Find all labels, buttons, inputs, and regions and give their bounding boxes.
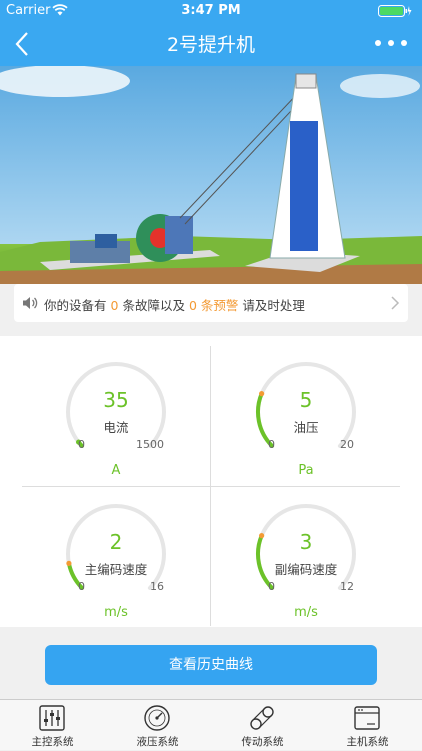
- warning-count: 0: [188, 298, 197, 313]
- gauge-oil-pressure: 5 油压 0 20 Pa: [206, 336, 406, 478]
- gauge-label: 副编码速度: [274, 562, 338, 577]
- tab-bar: 主控系统 液压系统 传动系统 主机系统: [0, 699, 422, 750]
- tab-label: 主控系统: [31, 736, 74, 748]
- hoist-illustration: [0, 66, 422, 284]
- gauge-label: 油压: [293, 420, 319, 435]
- gauge-current: 35 电流 0 1500 A: [16, 336, 216, 478]
- gauge-main-encoder-speed: 2 主编码速度 0 16 m/s: [16, 478, 216, 620]
- header: Carrier 3:47 PM 2号提升机: [0, 0, 422, 66]
- gauge-max: 12: [340, 580, 354, 593]
- tab-label: 主机系统: [346, 736, 389, 748]
- gauge-label: 主编码速度: [84, 562, 148, 577]
- alert-notice[interactable]: 你的设备有 0 条故障以及 0 条预警 请及时处理: [14, 284, 408, 322]
- tab-main-control[interactable]: 主控系统: [0, 700, 105, 751]
- gauge-min: 0: [78, 438, 85, 451]
- page-title: 2号提升机: [166, 34, 256, 56]
- gauge-min: 0: [268, 580, 275, 593]
- nav-bar: 2号提升机: [0, 22, 422, 66]
- tab-label: 传动系统: [241, 736, 284, 748]
- notice-suffix: 请及时处理: [242, 298, 305, 313]
- tab-host[interactable]: 主机系统: [315, 700, 420, 751]
- status-bar: Carrier 3:47 PM: [0, 0, 422, 22]
- fault-count: 0: [110, 298, 119, 313]
- host-window-icon: [354, 706, 380, 730]
- gauge-max: 1500: [136, 438, 164, 451]
- speaker-icon: [23, 297, 38, 309]
- warning-word: 条预警: [200, 298, 239, 313]
- chevron-right-icon: [391, 296, 400, 310]
- gauge-min: 0: [78, 580, 85, 593]
- gauge-min: 0: [268, 438, 275, 451]
- transmission-icon: [250, 706, 274, 730]
- gauge-value: 35: [103, 388, 129, 412]
- gauge-unit: A: [111, 463, 121, 478]
- gauge-panel: 35 电流 0 1500 A 5 油压 0 20 Pa 2 主编码速度 0 16…: [0, 336, 422, 627]
- view-history-curve-button[interactable]: 查看历史曲线: [45, 645, 377, 685]
- gauge-value: 5: [299, 388, 313, 412]
- pressure-gauge-icon: [144, 705, 170, 731]
- gauge-unit: Pa: [298, 463, 314, 478]
- gauge-unit: m/s: [104, 605, 128, 620]
- gauge-label: 电流: [103, 420, 129, 435]
- notice-middle: 条故障以及: [122, 298, 185, 313]
- notice-prefix: 你的设备有: [44, 298, 107, 313]
- gauge-max: 20: [340, 438, 354, 451]
- gauge-unit: m/s: [294, 605, 318, 620]
- gauge-value: 3: [299, 530, 313, 554]
- tab-hydraulic[interactable]: 液压系统: [105, 700, 210, 751]
- clock: 3:47 PM: [181, 3, 241, 18]
- battery-icon: [378, 5, 412, 17]
- tab-label: 液压系统: [136, 736, 179, 748]
- gauge-max: 16: [150, 580, 164, 593]
- more-icon[interactable]: [374, 38, 408, 48]
- sliders-icon: [39, 705, 65, 731]
- notice-text: 你的设备有 0 条故障以及 0 条预警 请及时处理: [44, 295, 305, 314]
- tab-transmission[interactable]: 传动系统: [210, 700, 315, 751]
- gauge-sub-encoder-speed: 3 副编码速度 0 12 m/s: [206, 478, 406, 620]
- gauge-value: 2: [109, 530, 123, 554]
